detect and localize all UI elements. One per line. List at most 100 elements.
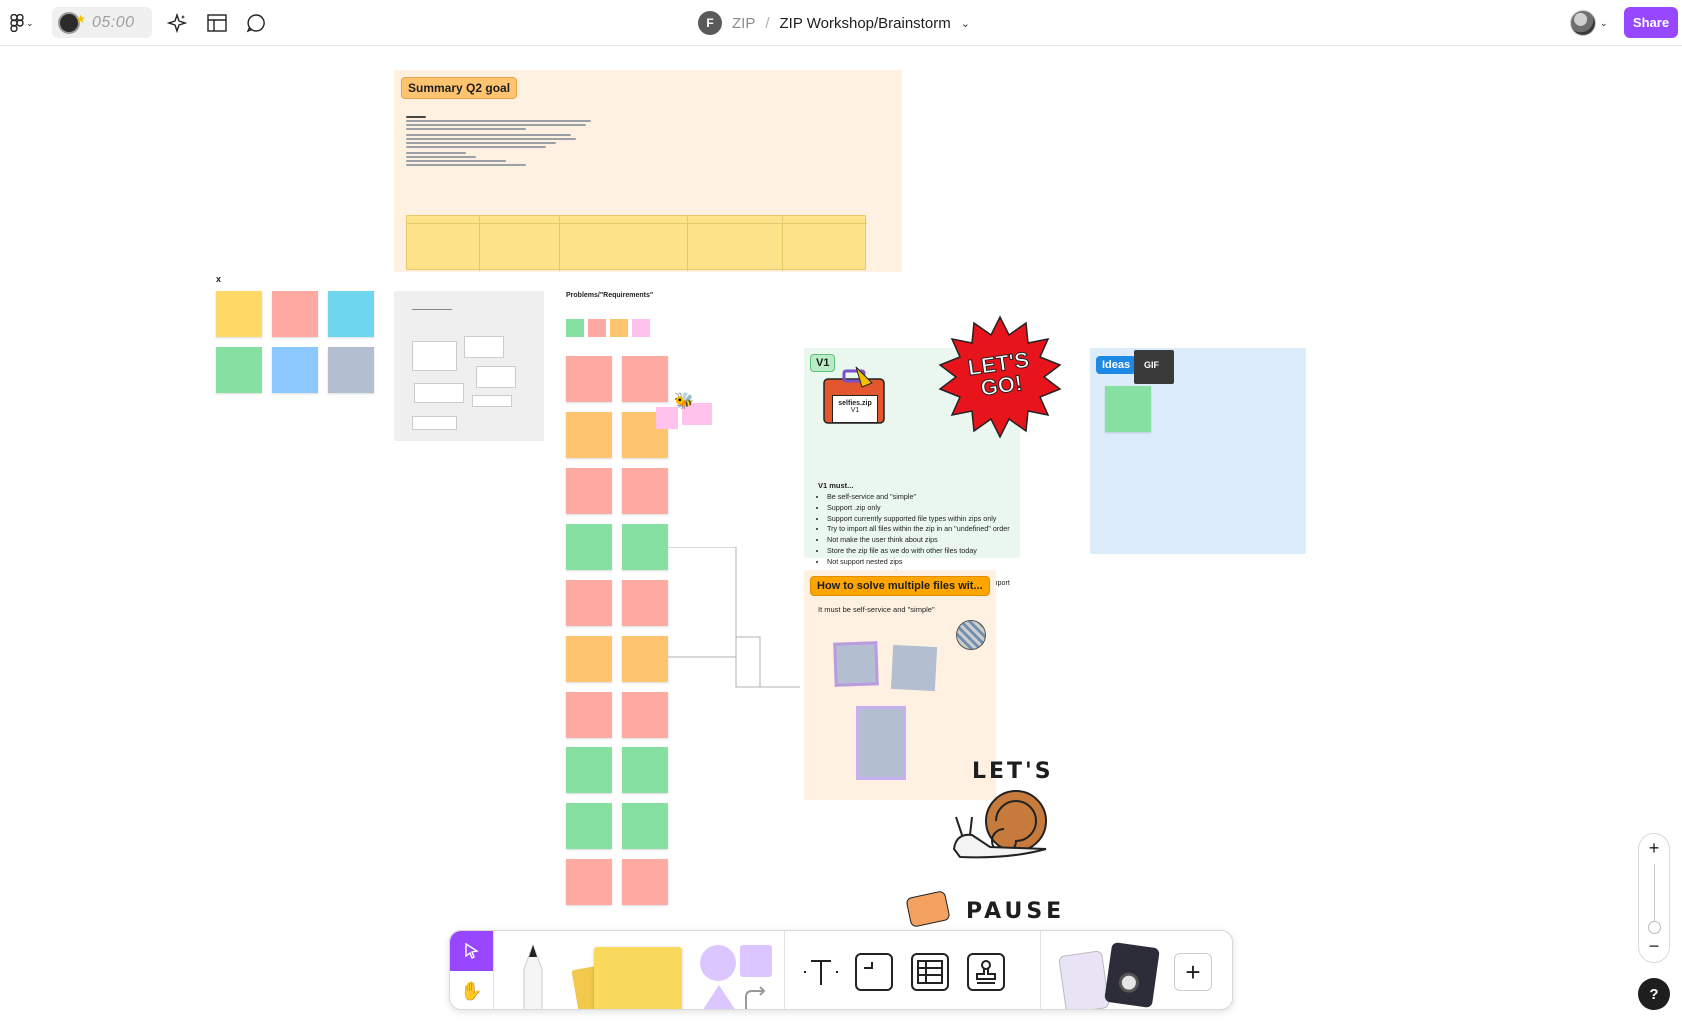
zip-file-name: selfies.zip [838,400,872,407]
toast-sticker-icon [905,890,951,928]
ideas-section[interactable]: Ideas GIF [1090,348,1306,554]
sticky-note[interactable] [622,524,668,570]
gif-thumbnail[interactable]: GIF [1134,350,1174,384]
shape-tool-button[interactable] [696,945,776,1009]
section-tool-button[interactable] [855,953,893,991]
legend-chip[interactable] [610,319,628,337]
widgets-tool-button[interactable] [1058,941,1162,1009]
snail-icon [952,790,1047,859]
ideas-section-label[interactable]: Ideas [1096,356,1137,374]
stamp-tool-button[interactable] [967,953,1005,991]
project-name[interactable]: ZIP [732,15,755,32]
camera-widget-icon [1104,941,1160,1009]
legend-chip[interactable] [632,319,650,337]
sticky-note[interactable] [622,859,668,905]
sticky-note[interactable] [622,356,668,402]
move-tool-button[interactable] [450,931,493,971]
sticky-note[interactable] [566,412,612,458]
zoom-controls: + − [1638,833,1670,963]
x-label: x [216,274,222,284]
help-button[interactable]: ? [1638,978,1670,1010]
lets-go-sticker[interactable]: LET'S GO! [938,315,1062,439]
lets-pause-bottom-text: PAUSE [966,899,1066,924]
layout-panel-button[interactable] [206,12,228,34]
legend-chip[interactable] [588,319,606,337]
add-more-tools-button[interactable]: + [1174,953,1212,991]
comments-button[interactable] [245,12,267,34]
sticky-note[interactable] [566,747,612,793]
bottom-toolbar: ✋ + [449,930,1233,1010]
sticky-note[interactable] [622,803,668,849]
lets-pause-top-text: LET'S [972,759,1054,784]
sticky-note[interactable] [622,468,668,514]
sticky-note[interactable] [1105,386,1151,432]
square-shape-icon [740,945,772,977]
sticky-note[interactable] [622,747,668,793]
layout-icon [207,14,227,32]
sticky-note[interactable] [566,468,612,514]
circle-shape-icon [700,945,736,981]
sticky-note[interactable] [272,347,318,393]
file-name[interactable]: ZIP Workshop/Brainstorm [780,15,951,32]
sticky-note[interactable] [833,641,879,687]
sticky-note[interactable] [566,692,612,738]
sticky-note[interactable] [566,524,612,570]
sticky-note[interactable] [328,347,374,393]
ai-sparkle-button[interactable] [166,12,188,34]
list-item: Not make the user think about zips [827,535,1037,546]
summary-section[interactable]: Summary Q2 goal [394,70,902,272]
user-menu[interactable]: ⌄ [1568,8,1616,38]
arrow-connector-icon [745,986,766,1009]
sticky-note[interactable] [566,803,612,849]
multiple-files-subtitle: It must be self-service and "simple" [818,605,935,614]
zoom-slider-track[interactable] [1654,864,1655,928]
sticky-note[interactable] [566,859,612,905]
hand-tool-button[interactable]: ✋ [450,971,493,1009]
table-tool-button[interactable] [911,953,949,991]
chevron-down-icon: ⌄ [1600,17,1608,28]
zoom-in-button[interactable]: + [1639,838,1669,859]
pencil-icon [523,943,543,1009]
timer-widget[interactable]: 05:00 [52,7,152,38]
main-menu-button[interactable]: ⌄ [10,11,38,35]
pencil-tool-button[interactable] [510,941,556,1009]
sticky-note[interactable] [216,347,262,393]
timer-value: 05:00 [92,13,135,31]
disco-ball-icon[interactable] [956,620,986,650]
sticker-pack-icon [1058,950,1110,1009]
sparkle-icon [167,13,187,33]
legend-chip[interactable] [566,319,584,337]
sticky-tool-button[interactable] [571,945,682,1009]
comment-icon [246,14,265,33]
stamp-icon [976,960,996,984]
zip-sticker[interactable]: selfies.zip V1 [822,365,886,429]
bee-sticker-icon[interactable]: 🐝 [674,391,694,411]
summary-section-label[interactable]: Summary Q2 goal [401,77,518,99]
zoom-out-button[interactable]: − [1639,936,1669,957]
sticky-note[interactable] [566,580,612,626]
text-tool-button[interactable] [802,953,840,991]
sticky-note[interactable] [856,706,906,780]
team-avatar[interactable]: F [698,11,722,35]
sticky-note[interactable] [622,692,668,738]
zoom-slider-handle[interactable] [1648,921,1661,934]
sticky-note[interactable] [622,636,668,682]
sticky-note[interactable] [216,291,262,337]
sticky-note[interactable] [566,356,612,402]
lets-pause-sticker[interactable]: LET'S PAUSE [900,759,1070,939]
v1-heading: V1 must... [818,481,854,490]
list-item: Not support nested zips [827,557,1037,568]
timer-icon [58,11,86,34]
sticky-note[interactable] [622,580,668,626]
multiple-files-section-label[interactable]: How to solve multiple files wit... [810,576,990,596]
breadcrumb-separator: / [765,14,770,32]
summary-table[interactable] [406,215,867,271]
share-button[interactable]: Share [1624,7,1678,38]
sticky-note[interactable] [566,636,612,682]
sticky-note[interactable] [890,644,938,692]
sticky-note[interactable] [272,291,318,337]
chevron-down-icon[interactable]: ⌄ [961,17,970,30]
diagram-frame[interactable] [394,291,544,441]
board-canvas[interactable]: Summary Q2 goal x Problems/"Requirements… [0,47,1682,1022]
sticky-note[interactable] [328,291,374,337]
